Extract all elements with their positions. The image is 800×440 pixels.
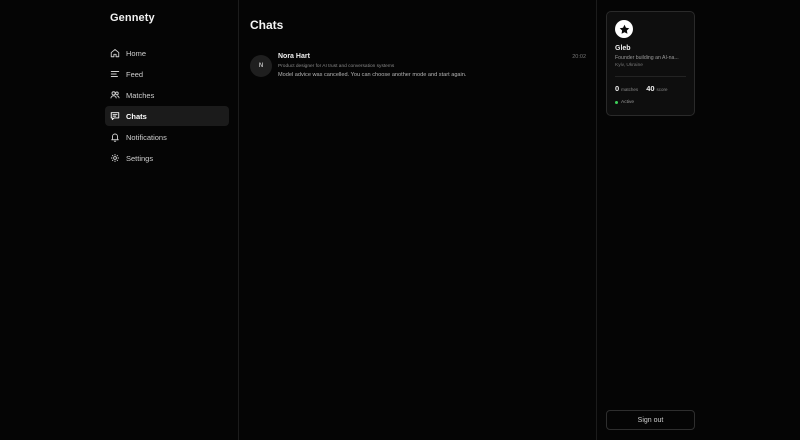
sidebar-item-label: Chats: [126, 111, 147, 121]
sidebar-item-label: Settings: [126, 153, 154, 163]
right-panel: Gleb Founder building an AI-na... Kyiv, …: [597, 0, 800, 440]
matches-count: 0: [615, 84, 620, 93]
profile-bio: Founder building an AI-na...: [615, 55, 679, 61]
chat-icon: [110, 111, 120, 121]
bell-icon: [110, 132, 120, 142]
sidebar-item-settings[interactable]: Settings: [105, 148, 229, 168]
sidebar: Gennety Home Feed Matches Chats Notifica…: [0, 0, 239, 440]
sign-out-button[interactable]: Sign out: [606, 410, 695, 430]
status-badge: Active: [615, 100, 634, 105]
sidebar-item-chats[interactable]: Chats: [105, 106, 229, 126]
feed-icon: [110, 69, 120, 79]
sidebar-item-label: Feed: [126, 69, 144, 79]
chat-last-message: Model advice was cancelled. You can choo…: [278, 72, 467, 78]
brand-logo[interactable]: Gennety: [110, 12, 155, 24]
status-dot: [615, 101, 618, 104]
profile-card[interactable]: Gleb Founder building an AI-na... Kyiv, …: [606, 11, 695, 116]
page-title: Chats: [250, 18, 284, 32]
sidebar-item-notifications[interactable]: Notifications: [105, 127, 229, 147]
profile-stats: 0 matches 40 score: [615, 84, 668, 93]
profile-name: Gleb: [615, 45, 631, 52]
chat-list-item[interactable]: N Nora Hart Product designer for AI trus…: [250, 52, 586, 82]
divider: [615, 76, 686, 77]
score-count: 40: [646, 84, 655, 93]
sidebar-item-feed[interactable]: Feed: [105, 64, 229, 84]
chat-contact-name: Nora Hart: [278, 53, 310, 60]
status-label: Active: [621, 100, 635, 105]
score-label: score: [656, 87, 668, 92]
sidebar-nav: Home Feed Matches Chats Notifications Se…: [105, 43, 229, 169]
avatar: N: [250, 55, 272, 77]
sidebar-item-label: Matches: [126, 90, 155, 100]
chat-timestamp: 20:02: [572, 54, 586, 60]
sidebar-item-label: Home: [126, 48, 147, 58]
sidebar-item-matches[interactable]: Matches: [105, 85, 229, 105]
sidebar-item-label: Notifications: [126, 132, 167, 142]
star-icon: [615, 20, 633, 38]
gear-icon: [110, 153, 120, 163]
users-icon: [110, 90, 120, 100]
chat-contact-headline: Product designer for AI trust and conver…: [278, 64, 395, 69]
profile-location: Kyiv, Ukraine: [615, 63, 643, 68]
chats-panel: Chats N Nora Hart Product designer for A…: [239, 0, 597, 440]
matches-label: matches: [621, 87, 639, 92]
sidebar-item-home[interactable]: Home: [105, 43, 229, 63]
home-icon: [110, 48, 120, 58]
